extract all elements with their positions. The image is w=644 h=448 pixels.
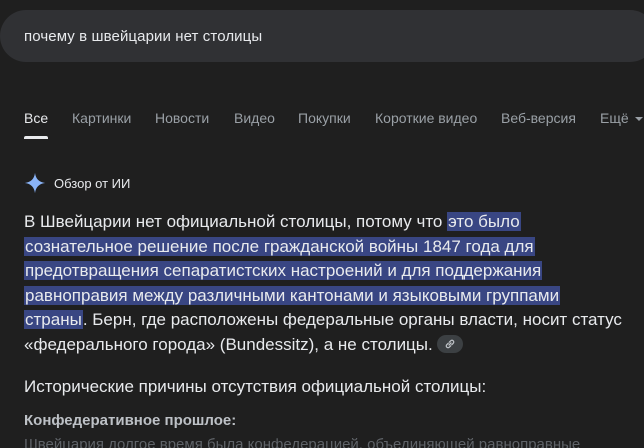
active-tab-indicator [24,136,48,139]
section-heading: Исторические причины отсутствия официаль… [24,377,487,396]
source-link-button[interactable] [436,334,463,353]
tab-shopping[interactable]: Покупки [298,110,351,126]
ai-overview-title: Обзор от ИИ [54,175,131,191]
answer-highlight-3: предотвращения сепаратистских настроений… [24,261,543,280]
link-icon [445,339,455,348]
answer-text-end: . Берн, где расположены федеральные орга… [24,310,622,354]
sparkle-icon [24,172,46,194]
tab-short-videos[interactable]: Короткие видео [375,110,477,126]
search-bar[interactable]: почему в швейцарии нет столицы [0,10,644,62]
answer-text-start: В Швейцарии нет официальной столицы, пот… [24,212,448,231]
ai-overview-header: Обзор от ИИ [24,171,130,195]
answer-highlight-1: это было [447,212,521,231]
tab-more-label: Ещё [600,110,629,126]
search-tabs: Все Картинки Новости Видео Покупки Корот… [0,108,644,139]
tab-all[interactable]: Все [24,110,48,126]
sub-heading: Конфедеративное прошлое: [24,412,237,429]
tab-videos[interactable]: Видео [234,110,275,126]
tab-more[interactable]: Ещё [600,110,643,126]
search-results-page: почему в швейцарии нет столицы Все Карти… [0,0,644,448]
answer-highlight-5: страны [24,310,83,329]
answer-highlight-2: сознательное решение после гражданской в… [24,236,535,256]
answer-highlight-4: равноправия между различными кантонами и… [24,285,561,305]
chevron-down-icon [634,117,643,122]
search-input[interactable]: почему в швейцарии нет столицы [24,28,262,45]
tab-news[interactable]: Новости [155,110,209,126]
tab-web[interactable]: Веб-версия [501,110,576,126]
faded-text: Швейцария долгое время была конфедерацие… [24,436,581,448]
tab-images[interactable]: Картинки [72,110,131,126]
ai-overview-answer: В Швейцарии нет официальной столицы, пот… [24,210,624,357]
